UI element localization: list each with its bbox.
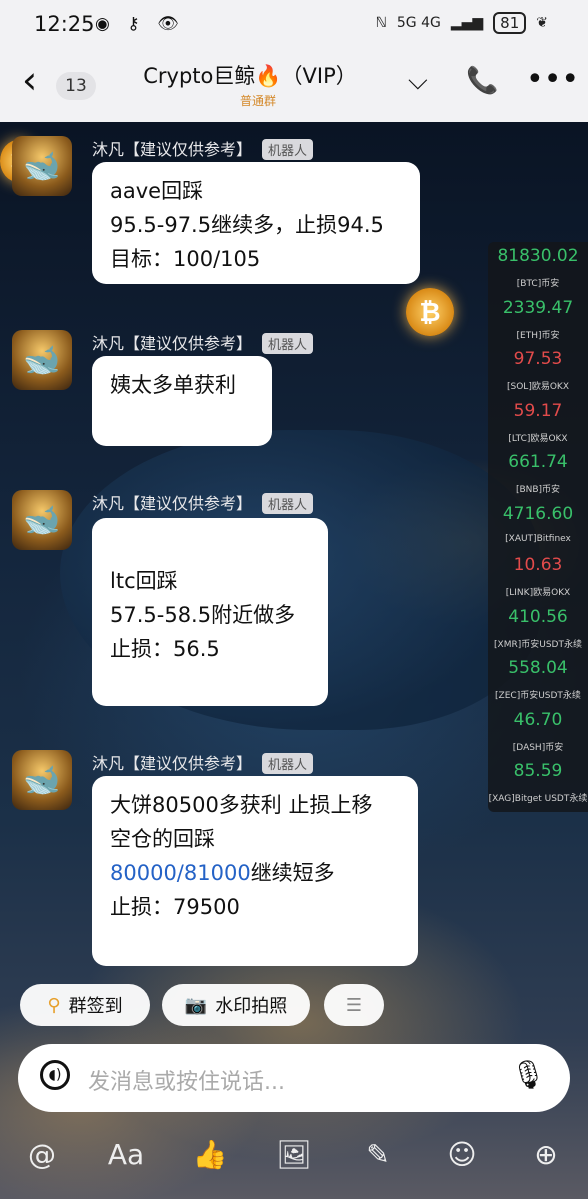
video-call-icon[interactable]: 📞 xyxy=(466,66,498,96)
ticker-label: [XAUT]Bitfinex xyxy=(505,533,571,544)
chevron-down-icon[interactable]: ⌵ xyxy=(408,66,428,97)
ticker-price: 558.04 xyxy=(508,658,568,678)
ticker-price: 81830.02 xyxy=(497,246,579,266)
message-line: 57.5-58.5附近做多 xyxy=(110,603,296,627)
status-icons: ◉ ⚷ 👁 xyxy=(95,14,185,34)
menu-icon: ☰ xyxy=(345,994,363,1016)
status-time: 12:25 xyxy=(34,12,95,36)
sender-label: 沐凡【建议仅供参考】 xyxy=(92,494,253,513)
message-line: 目标：100/105 xyxy=(110,247,261,271)
chat-header: ‹ 13 Crypto巨鲸🔥（VIP） 普通群 ⌵ 📞 ••• xyxy=(0,50,588,122)
ticker-price: 2339.47 xyxy=(502,297,574,318)
camera-icon: 📷 xyxy=(184,994,208,1016)
checkin-label: 群签到 xyxy=(68,996,123,1017)
message-line: aave回踩 xyxy=(110,179,204,203)
location-pin-icon: ⚲ xyxy=(47,994,61,1016)
ai-icon[interactable]: ✎ xyxy=(336,1128,420,1199)
more-actions-button[interactable]: ☰ xyxy=(324,984,384,1026)
emoji-icon[interactable]: ☺ xyxy=(420,1128,504,1199)
avatar[interactable]: 🐋 xyxy=(12,490,72,550)
ticker-price: 85.59 xyxy=(513,761,563,781)
bot-tag: 机器人 xyxy=(262,753,314,774)
sender-name: 沐凡【建议仅供参考】 机器人 xyxy=(92,330,314,354)
at-icon[interactable]: @ xyxy=(0,1128,84,1199)
avatar[interactable]: 🐋 xyxy=(12,330,72,390)
network-icon: 5G 4G xyxy=(396,15,441,31)
leaf-icon: ❦ xyxy=(536,15,548,31)
ticker-label: [XMR]币安USDT永续 xyxy=(494,639,582,650)
message-line: 止损：79500 xyxy=(110,895,240,919)
unread-count-badge[interactable]: 13 xyxy=(56,72,96,100)
bot-tag: 机器人 xyxy=(262,333,314,354)
voice-toggle-icon[interactable]: ◖) xyxy=(40,1060,70,1090)
message-bubble[interactable]: 大饼80500多获利 止损上移 空仓的回踩 80000/81000继续短多 止损… xyxy=(92,776,418,966)
ticker-label: [LTC]欧易OKX xyxy=(508,433,568,444)
message-text: 继续短多 xyxy=(250,861,335,885)
bitcoin-coin-icon: ₿ xyxy=(406,288,454,336)
avatar[interactable]: 🐋 xyxy=(12,136,72,196)
more-options-icon[interactable]: ••• xyxy=(526,62,579,97)
battery-level: 81 xyxy=(493,12,527,34)
ticker-label: [BNB]币安 xyxy=(515,485,561,495)
message-input-bar[interactable]: ◖) 发消息或按住说话... 🎙 xyxy=(18,1044,570,1112)
ticker-label: [DASH]币安 xyxy=(512,742,564,753)
message-line: 空仓的回踩 xyxy=(110,827,215,851)
sender-name: 沐凡【建议仅供参考】 机器人 xyxy=(92,750,314,774)
avatar[interactable]: 🐋 xyxy=(12,750,72,810)
group-title[interactable]: Crypto巨鲸🔥（VIP） xyxy=(120,60,380,90)
ticker-label: [XAG]Bitget USDT永续 xyxy=(488,794,588,804)
bot-tag: 机器人 xyxy=(262,493,314,514)
status-right: ℕ 5G 4G ▂▄▆ 81 ❦ xyxy=(376,12,548,34)
bottom-toolbar: @ Aa 👍 🖼 ✎ ☺ ⊕ xyxy=(0,1128,588,1199)
message-line: 姨太多单获利 xyxy=(110,373,236,397)
ticker-price: 410.56 xyxy=(508,606,568,627)
font-icon[interactable]: Aa xyxy=(84,1128,168,1199)
sender-name: 沐凡【建议仅供参考】 机器人 xyxy=(92,490,314,514)
message-line: 止损：56.5 xyxy=(110,637,220,661)
message-line: 95.5-97.5继续多，止损94.5 xyxy=(110,213,384,237)
ticker-price: 4716.60 xyxy=(502,503,574,524)
image-icon[interactable]: 🖼 xyxy=(252,1128,336,1199)
ticker-price: 97.53 xyxy=(513,349,563,369)
message-bubble[interactable]: 姨太多单获利 xyxy=(92,356,272,446)
bot-tag: 机器人 xyxy=(262,139,314,160)
ticker-label: [BTC]币安 xyxy=(516,279,560,289)
ticker-price: 46.70 xyxy=(513,709,563,730)
status-bar: 12:25 ◉ ⚷ 👁 ℕ 5G 4G ▂▄▆ 81 ❦ xyxy=(0,0,588,50)
microphone-icon[interactable]: 🎙 xyxy=(510,1058,546,1091)
message-link[interactable]: 80000/81000 xyxy=(110,861,251,885)
price-ticker-panel[interactable]: 81830.02 [BTC]币安 2339.47 [ETH]币安 97.53 [SOL]欧… xyxy=(488,242,588,812)
message-line: 80000/81000继续短多 xyxy=(110,856,400,890)
ticker-label: [ZEC]币安USDT永续 xyxy=(495,691,581,701)
group-type-label: 普通群 xyxy=(239,94,276,108)
message-line: ltc回踩 xyxy=(110,569,178,593)
sender-label: 沐凡【建议仅供参考】 xyxy=(92,334,253,353)
ticker-label: [ETH]币安 xyxy=(516,330,560,341)
message-bubble[interactable]: aave回踩 95.5-97.5继续多，止损94.5 目标：100/105 xyxy=(92,162,420,284)
checkin-button[interactable]: ⚲ 群签到 xyxy=(20,984,150,1026)
message-line: 大饼80500多获利 止损上移 xyxy=(110,793,373,817)
watermark-label: 水印拍照 xyxy=(215,996,288,1017)
ticker-price: 661.74 xyxy=(508,452,568,472)
message-bubble[interactable]: ltc回踩 57.5-58.5附近做多 止损：56.5 xyxy=(92,518,328,706)
back-arrow-icon[interactable]: ‹ xyxy=(22,60,37,100)
ticker-label: [LINK]欧易OKX xyxy=(505,588,571,598)
ticker-price: 59.17 xyxy=(513,400,563,421)
ticker-label: [SOL]欧易OKX xyxy=(507,382,569,392)
ticker-price: 10.63 xyxy=(513,555,563,575)
signal-icon: ▂▄▆ xyxy=(450,15,484,31)
sender-label: 沐凡【建议仅供参考】 xyxy=(92,140,253,159)
watermark-photo-button[interactable]: 📷 水印拍照 xyxy=(162,984,310,1026)
plus-icon[interactable]: ⊕ xyxy=(504,1128,588,1199)
sender-name: 沐凡【建议仅供参考】 机器人 xyxy=(92,136,314,160)
nfc-icon: ℕ xyxy=(375,15,387,31)
sender-label: 沐凡【建议仅供参考】 xyxy=(92,754,253,773)
message-input[interactable]: 发消息或按住说话... xyxy=(88,1064,285,1096)
thumbs-up-icon[interactable]: 👍 xyxy=(168,1128,252,1199)
